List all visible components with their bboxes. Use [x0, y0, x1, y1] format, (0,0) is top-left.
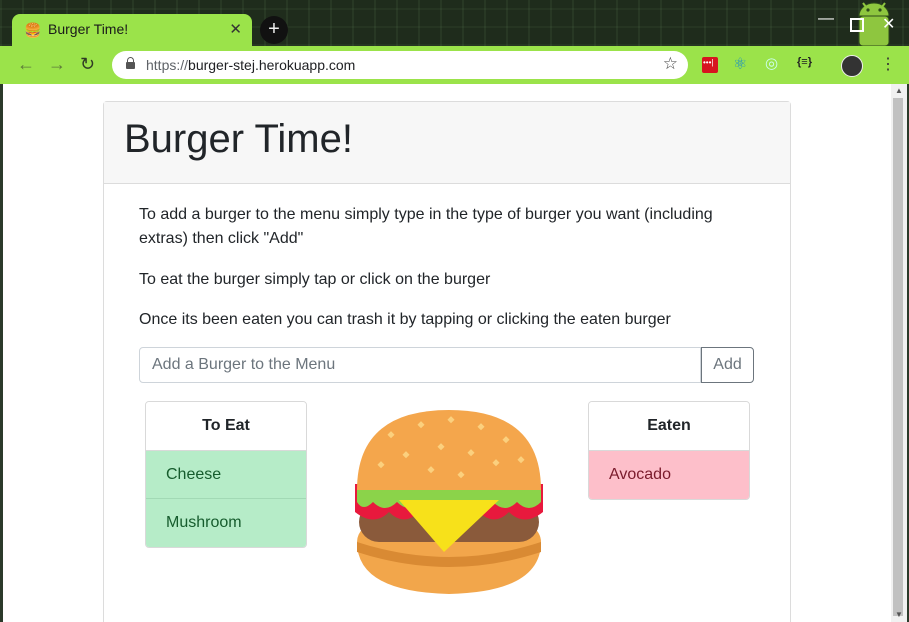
eaten-header: Eaten	[589, 402, 749, 451]
page-scrollbar[interactable]: ▲ ▼	[891, 84, 907, 622]
json-viewer-icon[interactable]: {≡}	[797, 56, 813, 72]
browser-window: 🍔 Burger Time! ✕ + — ✕ ← → ↻ https://bur…	[0, 0, 909, 622]
scrollbar-thumb[interactable]	[893, 98, 903, 616]
forward-arrow-icon[interactable]: →	[48, 54, 66, 75]
tab-title: Burger Time!	[48, 21, 129, 37]
back-arrow-icon[interactable]: ←	[17, 54, 35, 75]
to-eat-header: To Eat	[146, 402, 306, 451]
add-burger-form: Add	[139, 347, 754, 383]
instruction-eat: To eat the burger simply tap or click on…	[139, 271, 491, 288]
profile-avatar[interactable]	[841, 55, 863, 77]
tab-strip: 🍔 Burger Time! ✕ + — ✕	[0, 0, 909, 46]
minimize-button[interactable]: —	[818, 10, 834, 28]
close-window-button[interactable]: ✕	[882, 14, 895, 34]
browser-toolbar: ← → ↻ https://burger-stej.herokuapp.com …	[0, 46, 909, 84]
lastpass-extension-icon[interactable]	[702, 57, 718, 73]
page-title: Burger Time!	[124, 117, 353, 161]
add-button[interactable]: Add	[701, 347, 754, 383]
lock-icon	[126, 57, 135, 69]
eaten-item[interactable]: Avocado	[589, 451, 749, 499]
bookmark-star-icon[interactable]: ☆	[663, 54, 678, 74]
url-text: https://burger-stej.herokuapp.com	[146, 57, 356, 73]
instruction-trash: Once its been eaten you can trash it by …	[139, 311, 671, 328]
card-header: Burger Time!	[104, 102, 790, 184]
burger-name-input[interactable]	[139, 347, 701, 383]
eaten-list: Eaten Avocado	[588, 401, 750, 500]
to-eat-item[interactable]: Mushroom	[146, 499, 306, 547]
address-bar[interactable]: https://burger-stej.herokuapp.com ☆	[112, 51, 688, 79]
browser-menu-icon[interactable]: ⋮	[880, 54, 896, 74]
extension-circle-icon[interactable]: ◎	[765, 54, 781, 72]
page-viewport: Burger Time! To add a burger to the menu…	[3, 84, 891, 622]
new-tab-button[interactable]: +	[260, 16, 288, 44]
tab-close-icon[interactable]: ✕	[229, 20, 242, 38]
react-devtools-icon[interactable]: ⚛	[733, 54, 749, 73]
instruction-add: To add a burger to the menu simply type …	[139, 206, 713, 247]
reload-icon[interactable]: ↻	[80, 54, 95, 75]
browser-tab[interactable]: 🍔 Burger Time! ✕	[12, 14, 252, 46]
to-eat-list: To Eat Cheese Mushroom	[145, 401, 307, 548]
main-card: Burger Time! To add a burger to the menu…	[103, 101, 791, 622]
burger-illustration	[355, 410, 543, 594]
scroll-down-icon[interactable]: ▼	[895, 610, 903, 619]
to-eat-item[interactable]: Cheese	[146, 451, 306, 499]
scroll-up-icon[interactable]: ▲	[895, 86, 903, 95]
maximize-button[interactable]	[850, 18, 864, 32]
burger-favicon-icon: 🍔	[24, 22, 42, 38]
